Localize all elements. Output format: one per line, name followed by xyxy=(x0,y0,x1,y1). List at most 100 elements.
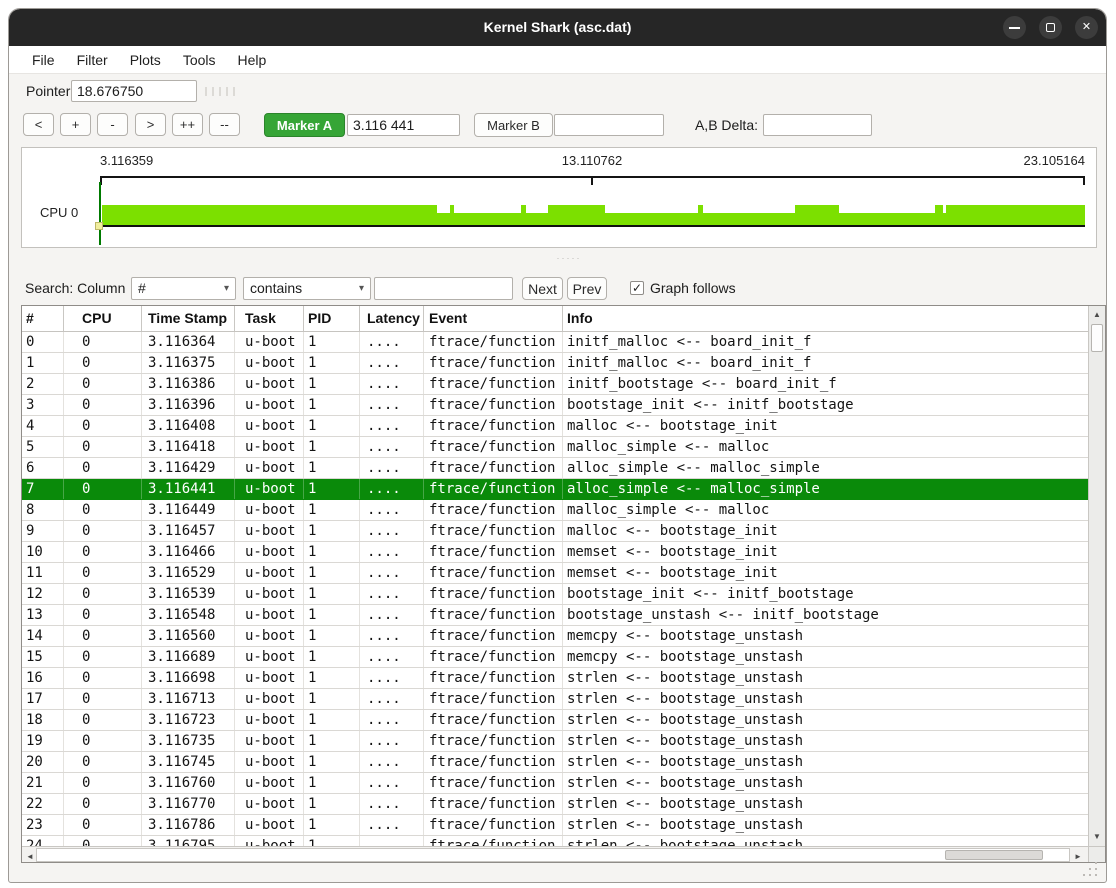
cell-pid[interactable]: 1 xyxy=(304,647,360,667)
cell-pid[interactable]: 1 xyxy=(304,374,360,394)
cpu0-activity-segment[interactable] xyxy=(102,205,437,225)
cell-info[interactable]: malloc_simple <-- malloc xyxy=(563,437,1088,457)
cell-timestamp[interactable]: 3.116770 xyxy=(142,794,235,814)
cell-num[interactable]: 6 xyxy=(22,458,64,478)
menu-item-plots[interactable]: Plots xyxy=(119,46,172,73)
cell-task[interactable]: u-boot xyxy=(235,458,304,478)
search-column-select[interactable]: # ▾ xyxy=(131,277,236,300)
cell-cpu[interactable]: 0 xyxy=(64,332,142,352)
table-row[interactable]: 903.116457u-boot1....ftrace/functionmall… xyxy=(22,521,1088,542)
cell-cpu[interactable]: 0 xyxy=(64,479,142,499)
cell-num[interactable]: 1 xyxy=(22,353,64,373)
cell-pid[interactable]: 1 xyxy=(304,668,360,688)
cell-timestamp[interactable]: 3.116364 xyxy=(142,332,235,352)
cpu0-activity-segment[interactable] xyxy=(605,213,698,225)
table-row[interactable]: 503.116418u-boot1....ftrace/functionmall… xyxy=(22,437,1088,458)
cell-pid[interactable]: 1 xyxy=(304,563,360,583)
cell-num[interactable]: 15 xyxy=(22,647,64,667)
cell-latency[interactable]: .... xyxy=(360,416,424,436)
cell-event[interactable]: ftrace/function xyxy=(424,542,563,562)
table-row[interactable]: 703.116441u-boot1....ftrace/functionallo… xyxy=(22,479,1088,500)
horizontal-scrollbar-track[interactable] xyxy=(36,848,1070,862)
cell-cpu[interactable]: 0 xyxy=(64,689,142,709)
col-header-cpu[interactable]: CPU xyxy=(64,306,142,331)
table-row[interactable]: 203.116386u-boot1....ftrace/functioninit… xyxy=(22,374,1088,395)
cell-latency[interactable]: .... xyxy=(360,584,424,604)
marker-a-value-input[interactable] xyxy=(347,114,460,136)
cell-latency[interactable]: .... xyxy=(360,395,424,415)
cell-task[interactable]: u-boot xyxy=(235,668,304,688)
cell-latency[interactable]: .... xyxy=(360,542,424,562)
cell-task[interactable]: u-boot xyxy=(235,479,304,499)
cell-task[interactable]: u-boot xyxy=(235,500,304,520)
cell-info[interactable]: strlen <-- bootstage_unstash xyxy=(563,794,1088,814)
cell-info[interactable]: memset <-- bootstage_init xyxy=(563,542,1088,562)
nav-button-plus[interactable]: + xyxy=(60,113,91,136)
cell-timestamp[interactable]: 3.116449 xyxy=(142,500,235,520)
cell-latency[interactable]: .... xyxy=(360,773,424,793)
cpu0-activity-segment[interactable] xyxy=(935,205,943,225)
cell-cpu[interactable]: 0 xyxy=(64,584,142,604)
cell-num[interactable]: 8 xyxy=(22,500,64,520)
cell-timestamp[interactable]: 3.116457 xyxy=(142,521,235,541)
cell-pid[interactable]: 1 xyxy=(304,479,360,499)
cell-num[interactable]: 12 xyxy=(22,584,64,604)
cell-cpu[interactable]: 0 xyxy=(64,563,142,583)
cell-num[interactable]: 21 xyxy=(22,773,64,793)
cell-latency[interactable]: .... xyxy=(360,500,424,520)
cell-info[interactable]: strlen <-- bootstage_unstash xyxy=(563,773,1088,793)
cell-info[interactable]: strlen <-- bootstage_unstash xyxy=(563,668,1088,688)
cell-latency[interactable]: .... xyxy=(360,668,424,688)
cell-timestamp[interactable]: 3.116386 xyxy=(142,374,235,394)
cell-task[interactable]: u-boot xyxy=(235,647,304,667)
col-header-task[interactable]: Task xyxy=(235,306,304,331)
cell-num[interactable]: 19 xyxy=(22,731,64,751)
cell-latency[interactable]: .... xyxy=(360,836,424,846)
cell-cpu[interactable]: 0 xyxy=(64,815,142,835)
cell-num[interactable]: 18 xyxy=(22,710,64,730)
cell-latency[interactable]: .... xyxy=(360,815,424,835)
cell-timestamp[interactable]: 3.116713 xyxy=(142,689,235,709)
cell-cpu[interactable]: 0 xyxy=(64,647,142,667)
nav-button-minus[interactable]: - xyxy=(97,113,128,136)
cell-info[interactable]: strlen <-- bootstage_unstash xyxy=(563,836,1088,846)
cell-event[interactable]: ftrace/function xyxy=(424,563,563,583)
nav-button-plus-plus[interactable]: ++ xyxy=(172,113,203,136)
cell-task[interactable]: u-boot xyxy=(235,605,304,625)
cell-num[interactable]: 3 xyxy=(22,395,64,415)
cell-info[interactable]: strlen <-- bootstage_unstash xyxy=(563,689,1088,709)
cell-event[interactable]: ftrace/function xyxy=(424,521,563,541)
cell-timestamp[interactable]: 3.116529 xyxy=(142,563,235,583)
titlebar[interactable]: Kernel Shark (asc.dat) ✕ xyxy=(9,9,1106,46)
cell-latency[interactable]: .... xyxy=(360,374,424,394)
nav-button-back[interactable]: < xyxy=(23,113,54,136)
cell-event[interactable]: ftrace/function xyxy=(424,836,563,846)
cell-cpu[interactable]: 0 xyxy=(64,668,142,688)
cell-pid[interactable]: 1 xyxy=(304,752,360,772)
col-header-latency[interactable]: Latency xyxy=(360,306,424,331)
cell-num[interactable]: 20 xyxy=(22,752,64,772)
cell-task[interactable]: u-boot xyxy=(235,437,304,457)
close-button[interactable]: ✕ xyxy=(1075,16,1098,39)
nav-button-forward[interactable]: > xyxy=(135,113,166,136)
cell-info[interactable]: memcpy <-- bootstage_unstash xyxy=(563,626,1088,646)
table-row[interactable]: 2303.116786u-boot1....ftrace/functionstr… xyxy=(22,815,1088,836)
cell-event[interactable]: ftrace/function xyxy=(424,794,563,814)
cpu0-activity-segment[interactable] xyxy=(437,213,450,225)
search-prev-button[interactable]: Prev xyxy=(567,277,607,300)
cell-event[interactable]: ftrace/function xyxy=(424,332,563,352)
resize-grip-icon[interactable] xyxy=(1083,860,1101,878)
table-row[interactable]: 2203.116770u-boot1....ftrace/functionstr… xyxy=(22,794,1088,815)
cell-timestamp[interactable]: 3.116418 xyxy=(142,437,235,457)
cell-task[interactable]: u-boot xyxy=(235,374,304,394)
cell-task[interactable]: u-boot xyxy=(235,626,304,646)
table-row[interactable]: 2403.116795u-boot1....ftrace/functionstr… xyxy=(22,836,1088,846)
cell-info[interactable]: initf_malloc <-- board_init_f xyxy=(563,353,1088,373)
cell-pid[interactable]: 1 xyxy=(304,626,360,646)
table-row[interactable]: 103.116375u-boot1....ftrace/functioninit… xyxy=(22,353,1088,374)
cell-timestamp[interactable]: 3.116795 xyxy=(142,836,235,846)
menu-item-file[interactable]: File xyxy=(21,46,66,73)
graph-follows-checkbox[interactable]: ✓ xyxy=(630,281,644,295)
cell-pid[interactable]: 1 xyxy=(304,416,360,436)
table-row[interactable]: 803.116449u-boot1....ftrace/functionmall… xyxy=(22,500,1088,521)
